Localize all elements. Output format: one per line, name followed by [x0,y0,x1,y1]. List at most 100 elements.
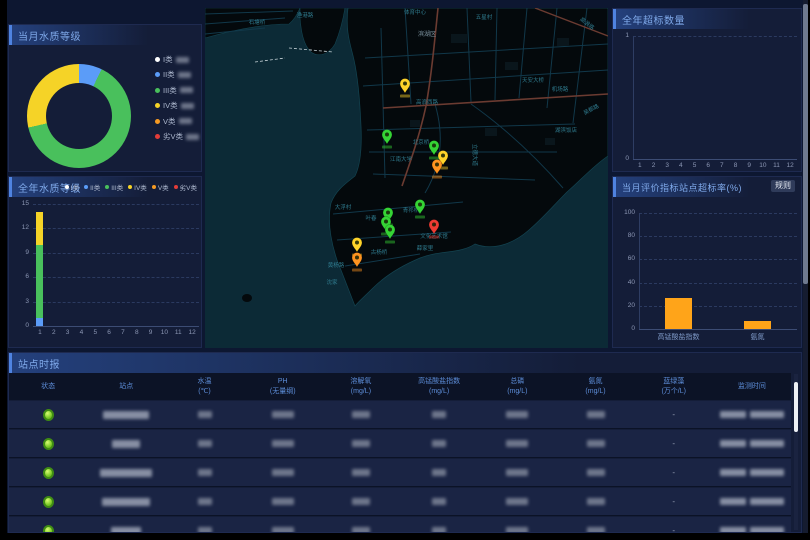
value-redacted [506,411,528,418]
x-tick-label: 1 [634,163,646,170]
station-pin-green[interactable] [429,141,439,160]
map-label: 天安大桥 [522,76,545,84]
x-tick-label: 10 [757,163,769,170]
x-tick-label: 5 [89,330,101,337]
value-cell [165,430,243,457]
station-pin-green[interactable] [382,130,392,149]
legend-dot [155,134,160,139]
algae-value: - [672,439,675,448]
stacked-bar-segment[interactable] [36,318,43,326]
legend-label: V类 [163,116,176,127]
legend-label: II类 [163,69,175,80]
column-name: 总磷 [510,377,524,386]
map-label: 滨湖区 [418,30,436,38]
stacked-bar-segment[interactable] [36,245,43,318]
date-redacted [720,498,746,505]
station-pin-green[interactable] [385,225,395,244]
value-cell [322,459,400,486]
station-pin-orange[interactable] [432,160,442,179]
value-cell [244,488,322,515]
table-scrollbar-thumb[interactable] [794,382,798,432]
table-row[interactable]: - [9,517,791,533]
table-header-cell: 蓝绿藻(万个/L) [635,373,713,400]
value-redacted [272,411,294,418]
table-header-cell: 监测时间 [713,373,791,400]
time-redacted [750,469,784,476]
column-name: PH [278,377,288,386]
value-cell [400,430,478,457]
time-redacted [750,498,784,505]
legend-value-redacted [176,57,189,63]
table-row[interactable]: - [9,459,791,487]
rate-bar[interactable] [744,321,771,329]
gridline [639,213,797,214]
column-name: 溶解氧 [350,377,371,386]
pin-station-label-redacted [400,95,410,98]
pin-station-label-redacted [385,241,395,244]
table-header-cell: 氨氮(mg/L) [556,373,634,400]
pin-center-dot [355,241,359,245]
y-tick-label: 9 [11,250,29,257]
y-tick-label: 3 [11,299,29,306]
left-edge [0,0,7,540]
table-row[interactable]: - [9,401,791,429]
station-pin-green[interactable] [415,200,425,219]
stacked-bar-segment[interactable] [36,212,43,245]
y-tick-label: 20 [615,303,635,310]
status-cell [9,401,87,428]
value-cell [400,401,478,428]
legend-dot [155,103,160,108]
rate-bar-chart[interactable]: 020406080100高锰酸盐指数氨氮 [613,177,801,347]
panel-station-report: 站点时报 状态站点水温(℃)PH(无量纲)溶解氧(mg/L)高锰酸盐指数(mg/… [8,352,802,533]
value-cell [165,488,243,515]
map-label: 五星村 [476,13,493,21]
gridline [639,283,797,284]
status-indicator-icon [43,438,54,450]
station-name-redacted [112,440,140,448]
panel-station-report-header: 站点时报 [9,353,801,373]
map-label: 黄杨路 [328,261,345,269]
legend-item: II类 [155,69,191,80]
legend-item: III类 [155,85,193,96]
table-row[interactable]: - [9,488,791,516]
x-tick-label: 3 [62,330,74,337]
pin-center-dot [384,220,388,224]
table-row[interactable]: - [9,430,791,458]
panel-monthly-quality-header: 当月水质等级 [9,25,201,45]
station-pin-orange[interactable] [352,253,362,272]
date-redacted [720,440,746,447]
map-label: 体育中心 [404,8,427,16]
date-redacted [720,411,746,418]
panel-yearly-quality: 全年水质等级 I类II类III类IV类V类劣V类 036912151234567… [8,176,202,348]
table-scrollbar-track[interactable] [794,374,798,530]
value-redacted [352,411,370,418]
legend-label: I类 [163,54,173,65]
station-pin-yellow[interactable] [400,79,410,98]
date-redacted [720,469,746,476]
exceed-line-chart[interactable]: 10123456789101112 [613,9,801,171]
value-cell [400,488,478,515]
rate-bar[interactable] [665,298,692,329]
status-cell [9,488,87,515]
pin-center-dot [418,203,422,207]
legend-dot [155,88,160,93]
map-label: 机场路 [552,85,569,93]
time-redacted [750,440,784,447]
map[interactable]: 石塘桥渔港路体育中心滨湖区五星村高浪路天安大桥机场路吴都路高浪西路北京桥江南大学… [205,8,608,348]
yearly-bar-chart[interactable]: 03691215123456789101112 [9,177,201,347]
value-redacted [432,411,446,418]
y-tick-label: 0 [11,323,29,330]
pin-center-dot [435,163,439,167]
panel-title: 站点时报 [18,356,60,371]
column-unit: (mg/L) [351,387,371,396]
pin-center-dot [432,144,436,148]
value-cell [400,517,478,533]
value-cell: - [635,517,713,533]
time-cell [713,401,791,428]
station-pin-red[interactable] [429,220,439,239]
column-unit: (℃) [198,387,211,396]
table-header-cell: PH(无量纲) [244,373,322,400]
column-name: 状态 [41,382,55,391]
time-cell [713,517,791,533]
value-cell [165,459,243,486]
